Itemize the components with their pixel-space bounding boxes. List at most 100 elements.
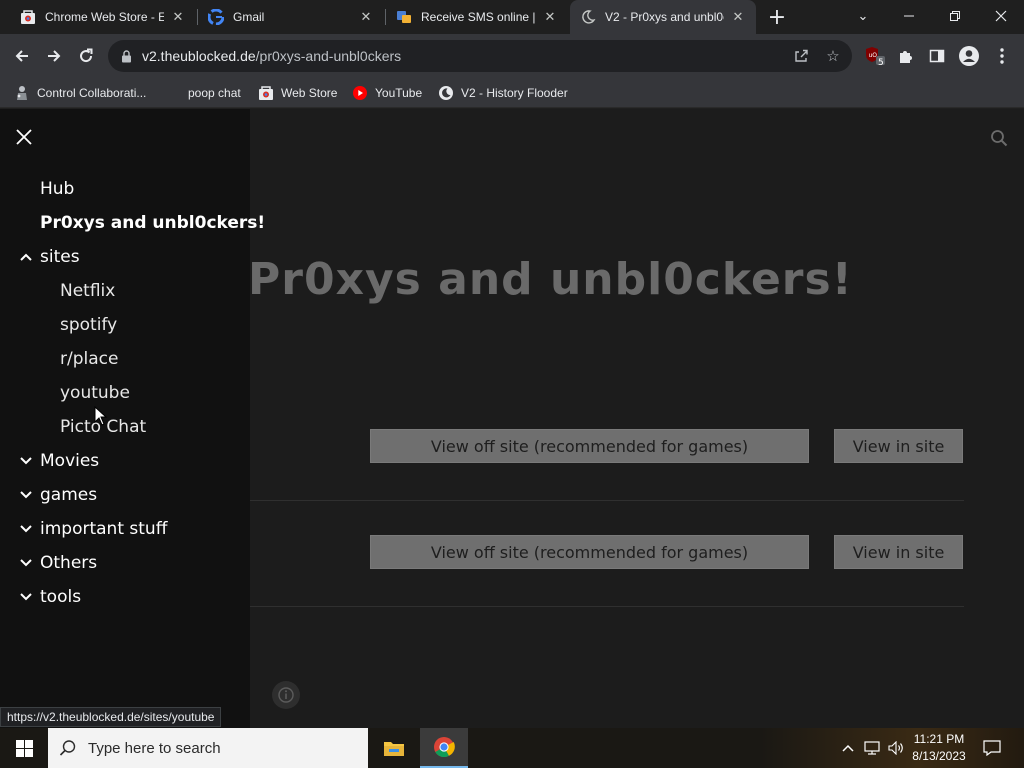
sidebar-item-important-stuff[interactable]: important stuff [18, 519, 167, 539]
sidebar-item-label: r/place [60, 349, 119, 369]
sms-site-icon [396, 9, 412, 25]
url-path: /pr0xys-and-unbl0ckers [255, 48, 402, 64]
close-tab-icon[interactable]: ✕ [730, 9, 746, 25]
view-in-site-button[interactable]: View in site [834, 429, 963, 463]
tab-search-button[interactable]: ⌄ [840, 0, 886, 32]
sidebar-item-proxies[interactable]: Pr0xys and unbl0ckers! [40, 213, 265, 233]
sidebar-item-label: tools [40, 587, 82, 607]
notifications-icon[interactable] [982, 738, 1002, 758]
status-bar-url: https://v2.theublocked.de/sites/youtube [0, 707, 222, 727]
sidebar-item-rplace[interactable]: r/place [60, 349, 118, 369]
page-content: Pr0xys and unbl0ckers! View off site (re… [0, 109, 1024, 728]
web-store-icon [258, 85, 274, 101]
tab-title: V2 - Pr0xys and unbl0c [605, 10, 724, 24]
sidebar-item-label: Pr0xys and unbl0ckers! [40, 213, 266, 233]
chevron-down-icon [18, 521, 34, 537]
taskbar-clock[interactable]: 11:21 PM 8/13/2023 [906, 731, 972, 765]
bookmark-star-icon[interactable]: ☆ [824, 47, 842, 65]
file-explorer-icon[interactable] [370, 728, 418, 768]
close-tab-icon[interactable]: ✕ [542, 9, 558, 25]
sidebar-item-games[interactable]: games [18, 485, 97, 505]
bookmark-label: Web Store [281, 86, 338, 100]
windows-taskbar: Type here to search 11:21 PM 8/13/2023 [0, 728, 1024, 768]
search-icon[interactable] [988, 127, 1010, 149]
youtube-icon [352, 85, 368, 101]
tab-v2-proxies[interactable]: V2 - Pr0xys and unbl0c ✕ [570, 0, 756, 34]
sidebar-item-label: youtube [60, 383, 130, 403]
view-in-site-button[interactable]: View in site [834, 535, 963, 569]
ublock-extension-icon[interactable]: uO 5 [860, 41, 890, 71]
bookmark-web-store[interactable]: Web Store [258, 82, 337, 104]
side-panel-icon[interactable] [922, 41, 952, 71]
bookmark-label: V2 - History Flooder [461, 86, 568, 100]
share-icon[interactable] [792, 47, 810, 65]
extensions-puzzle-icon[interactable] [891, 41, 921, 71]
minimize-button[interactable] [886, 0, 932, 32]
sidebar-nav: Hub Pr0xys and unbl0ckers! sites Netflix… [0, 109, 265, 728]
chevron-down-icon [18, 453, 34, 469]
page-title: Pr0xys and unbl0ckers! [248, 254, 853, 305]
profile-avatar-icon[interactable] [954, 41, 984, 71]
new-tab-button[interactable]: + [766, 5, 788, 30]
menu-kebab-icon[interactable] [987, 41, 1017, 71]
bookmarks-bar: Control Collaborati... poop chat Web Sto… [0, 78, 1024, 108]
browser-toolbar: v2.theublocked.de/pr0xys-and-unbl0ckers … [0, 34, 1024, 78]
chevron-down-icon [18, 589, 34, 605]
close-icon[interactable] [14, 127, 34, 147]
bookmark-poop-chat[interactable]: poop chat [188, 82, 241, 104]
address-bar[interactable]: v2.theublocked.de/pr0xys-and-unbl0ckers … [108, 40, 852, 72]
chevron-down-icon [18, 487, 34, 503]
close-window-button[interactable] [978, 0, 1024, 32]
sidebar-item-label: Others [40, 553, 98, 573]
sidebar-item-tools[interactable]: tools [18, 587, 81, 607]
tab-chrome-web-store[interactable]: Chrome Web Store - Ex ✕ [10, 0, 196, 34]
volume-icon[interactable] [886, 738, 906, 758]
sidebar-item-label: games [40, 485, 98, 505]
svg-text:uO: uO [869, 52, 878, 59]
tab-title: Chrome Web Store - Ex [45, 10, 164, 24]
bookmark-history-flooder[interactable]: V2 - History Flooder [438, 82, 568, 104]
tab-title: Gmail [233, 10, 265, 24]
chrome-taskbar-icon[interactable] [420, 728, 468, 768]
sidebar-item-youtube[interactable]: youtube [60, 383, 130, 403]
tab-receive-sms[interactable]: Receive SMS online | Te ✕ [386, 0, 568, 34]
sidebar-item-netflix[interactable]: Netflix [60, 281, 115, 301]
tab-strip: Chrome Web Store - Ex ✕ Gmail ✕ Receive … [0, 0, 1024, 34]
search-icon [48, 728, 88, 768]
sidebar-item-others[interactable]: Others [18, 553, 97, 573]
mouse-cursor-icon [94, 405, 108, 426]
restore-button[interactable] [932, 0, 978, 32]
windows-start-icon[interactable] [0, 728, 48, 768]
chevron-down-icon [18, 555, 34, 571]
info-icon[interactable] [272, 681, 300, 709]
sidebar-item-sites[interactable]: sites [18, 247, 80, 267]
taskbar-search-box[interactable]: Type here to search [48, 728, 368, 768]
reload-button[interactable] [71, 41, 101, 71]
moon-icon [580, 9, 596, 25]
url-text: v2.theublocked.de/pr0xys-and-unbl0ckers [142, 48, 401, 64]
figure-icon [14, 85, 30, 101]
close-tab-icon[interactable]: ✕ [358, 9, 374, 25]
divider [250, 606, 964, 607]
network-icon[interactable] [862, 738, 882, 758]
lock-icon [120, 48, 132, 64]
chrome-web-store-icon [20, 9, 36, 25]
sidebar-item-label: sites [40, 247, 80, 267]
chevron-up-icon[interactable] [838, 738, 858, 758]
extension-badge: 5 [878, 58, 884, 68]
view-off-site-button[interactable]: View off site (recommended for games) [370, 535, 809, 569]
sidebar-item-spotify[interactable]: spotify [60, 315, 117, 335]
forward-button[interactable] [39, 41, 69, 71]
sidebar-item-label: spotify [60, 315, 118, 335]
bookmark-control-collaboration[interactable]: Control Collaborati... [14, 82, 146, 104]
view-off-site-button[interactable]: View off site (recommended for games) [370, 429, 809, 463]
tab-gmail[interactable]: Gmail ✕ [198, 0, 384, 34]
sidebar-item-hub[interactable]: Hub [40, 179, 74, 199]
bookmark-youtube[interactable]: YouTube [352, 82, 422, 104]
clock-date: 8/13/2023 [912, 749, 966, 763]
sidebar-item-movies[interactable]: Movies [18, 451, 99, 471]
url-host: v2.theublocked.de [142, 48, 256, 64]
back-button[interactable] [7, 41, 37, 71]
close-tab-icon[interactable]: ✕ [170, 9, 186, 25]
divider [250, 500, 964, 501]
